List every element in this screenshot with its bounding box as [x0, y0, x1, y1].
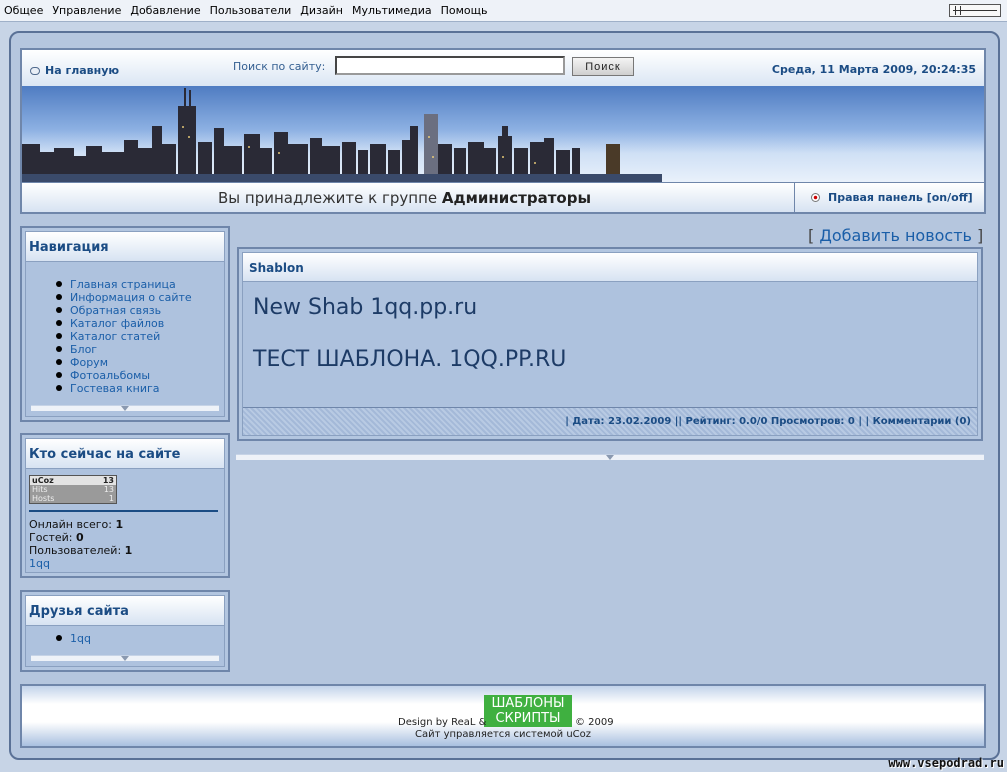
group-name: Администраторы	[441, 189, 592, 207]
add-news-open-bracket: [	[808, 226, 820, 245]
add-news-link[interactable]: [ Добавить новость ]	[808, 226, 983, 245]
menu-users[interactable]: Пользователи	[210, 4, 292, 17]
navigation-block-inner: Навигация Главная страница Информация о …	[25, 231, 225, 417]
menu-management[interactable]: Управление	[52, 4, 121, 17]
radio-icon	[811, 193, 820, 202]
online-title: Кто сейчас на сайте	[26, 439, 224, 469]
online-total-label: Онлайн всего:	[29, 518, 116, 531]
friends-collapse-bar[interactable]	[31, 655, 219, 661]
resize-slider[interactable]	[949, 4, 1001, 17]
counter-hosts-row: Hosts 1	[30, 494, 116, 503]
friends-title: Друзья сайта	[26, 596, 224, 626]
add-news-close-bracket: ]	[971, 226, 984, 245]
header-status-bar: Вы принадлежите к группе Администраторы …	[22, 182, 984, 212]
online-users-value: 1	[124, 544, 133, 557]
online-total: Онлайн всего: 1	[29, 518, 224, 531]
post-text-line1: New Shab 1qq.pp.ru	[253, 295, 478, 320]
city-skyline-banner	[22, 86, 984, 182]
news-post-inner: Shablon New Shab 1qq.pp.ru ТЕСТ ШАБЛОНА.…	[242, 252, 978, 436]
post-meta: | Дата: 23.02.2009 || Рейтинг: 0.0/0 Про…	[243, 407, 977, 435]
nav-item-blog[interactable]: Блог	[56, 343, 224, 356]
badge-line2: СКРИПТЫ	[495, 711, 561, 726]
search-button[interactable]: Поиск	[572, 57, 634, 76]
friends-list: 1qq	[26, 626, 224, 645]
home-icon	[30, 66, 40, 75]
admin-menu: Общее Управление Добавление Пользователи…	[4, 4, 488, 17]
current-date: Среда, 11 Марта 2009, 20:24:35	[771, 63, 976, 76]
group-prefix: Вы принадлежите к группе	[218, 189, 442, 207]
counter-hosts-value: 1	[108, 494, 114, 503]
online-stats: Онлайн всего: 1 Гостей: 0 Пользователей:…	[26, 512, 224, 570]
counter-hits-value: 13	[103, 485, 114, 494]
templates-scripts-badge[interactable]: ШАБЛОНЫ СКРИПТЫ	[484, 695, 572, 727]
online-total-value: 1	[115, 518, 124, 531]
counter-brand-value: 13	[102, 476, 114, 485]
nav-item-guestbook[interactable]: Гостевая книга	[56, 382, 224, 395]
main-collapse-bar[interactable]	[236, 454, 984, 460]
right-panel-toggle[interactable]: Правая панель [on/off]	[794, 183, 984, 212]
right-panel-toggle-label: Правая панель [on/off]	[828, 191, 973, 204]
navigation-block: Навигация Главная страница Информация о …	[20, 226, 230, 422]
online-users-label: Пользователей:	[29, 544, 125, 557]
user-group-message: Вы принадлежите к группе Администраторы	[218, 189, 591, 207]
search-label: Поиск по сайту:	[233, 60, 326, 73]
ucoz-counter[interactable]: uCoz 13 Hits 13 Hosts 1	[29, 475, 117, 504]
footer-copyright: © 2009	[575, 717, 614, 728]
site-header: На главную Поиск по сайту: Поиск Среда, …	[20, 48, 986, 214]
online-users: Пользователей: 1	[29, 544, 224, 557]
navigation-title: Навигация	[26, 232, 224, 262]
home-link-label: На главную	[45, 64, 120, 77]
footer-design-credit: Design by ReaL &	[398, 717, 487, 728]
menu-multimedia[interactable]: Мультимедиа	[352, 4, 432, 17]
nav-item-feedback[interactable]: Обратная связь	[56, 304, 224, 317]
counter-hits-row: Hits 13	[30, 485, 116, 494]
online-guests-label: Гостей:	[29, 531, 77, 544]
online-block-inner: Кто сейчас на сайте uCoz 13 Hits 13 Hosts 1…	[25, 438, 225, 573]
badge-line1: ШАБЛОНЫ	[491, 696, 565, 711]
counter-brand-row: uCoz 13	[30, 476, 116, 485]
nav-item-home[interactable]: Главная страница	[56, 278, 224, 291]
nav-item-photos[interactable]: Фотоальбомы	[56, 369, 224, 382]
news-post: Shablon New Shab 1qq.pp.ru ТЕСТ ШАБЛОНА.…	[237, 247, 983, 441]
menu-help[interactable]: Помощь	[441, 4, 488, 17]
nav-item-about[interactable]: Информация о сайте	[56, 291, 224, 304]
skyline-image	[22, 88, 662, 182]
menu-design[interactable]: Дизайн	[300, 4, 343, 17]
menu-add[interactable]: Добавление	[130, 4, 200, 17]
watermark: www.vsepodrad.ru	[888, 756, 1004, 770]
counter-brand: uCoz	[32, 476, 54, 485]
nav-item-files[interactable]: Каталог файлов	[56, 317, 224, 330]
menu-general[interactable]: Общее	[4, 4, 43, 17]
nav-item-forum[interactable]: Форум	[56, 356, 224, 369]
footer-ucoz-credit[interactable]: Сайт управляется системой uCoz	[22, 729, 984, 740]
friend-item[interactable]: 1qq	[56, 632, 224, 645]
online-guests-value: 0	[76, 531, 84, 544]
search-input[interactable]	[335, 56, 565, 75]
online-guests: Гостей: 0	[29, 531, 224, 544]
post-text-line2: ТЕСТ ШАБЛОНА. 1QQ.PP.RU	[253, 347, 567, 372]
post-title[interactable]: Shablon	[243, 253, 977, 282]
site-footer: ШАБЛОНЫ СКРИПТЫ Design by ReaL & © 2009 …	[20, 684, 986, 748]
admin-bar: Общее Управление Добавление Пользователи…	[0, 0, 1007, 22]
nav-item-articles[interactable]: Каталог статей	[56, 330, 224, 343]
friends-block-inner: Друзья сайта 1qq	[25, 595, 225, 667]
add-news-label: Добавить новость	[819, 226, 972, 245]
header-toolbar: На главную Поиск по сайту: Поиск Среда, …	[22, 50, 984, 86]
counter-hosts-label: Hosts	[32, 494, 55, 503]
friends-block: Друзья сайта 1qq	[20, 590, 230, 672]
online-user-link[interactable]: 1qq	[29, 557, 224, 570]
online-block: Кто сейчас на сайте uCoz 13 Hits 13 Hosts 1…	[20, 433, 230, 578]
navigation-list: Главная страница Информация о сайте Обра…	[26, 262, 224, 395]
counter-hits-label: Hits	[32, 485, 48, 494]
navigation-collapse-bar[interactable]	[31, 405, 219, 411]
home-link[interactable]: На главную	[30, 64, 119, 77]
